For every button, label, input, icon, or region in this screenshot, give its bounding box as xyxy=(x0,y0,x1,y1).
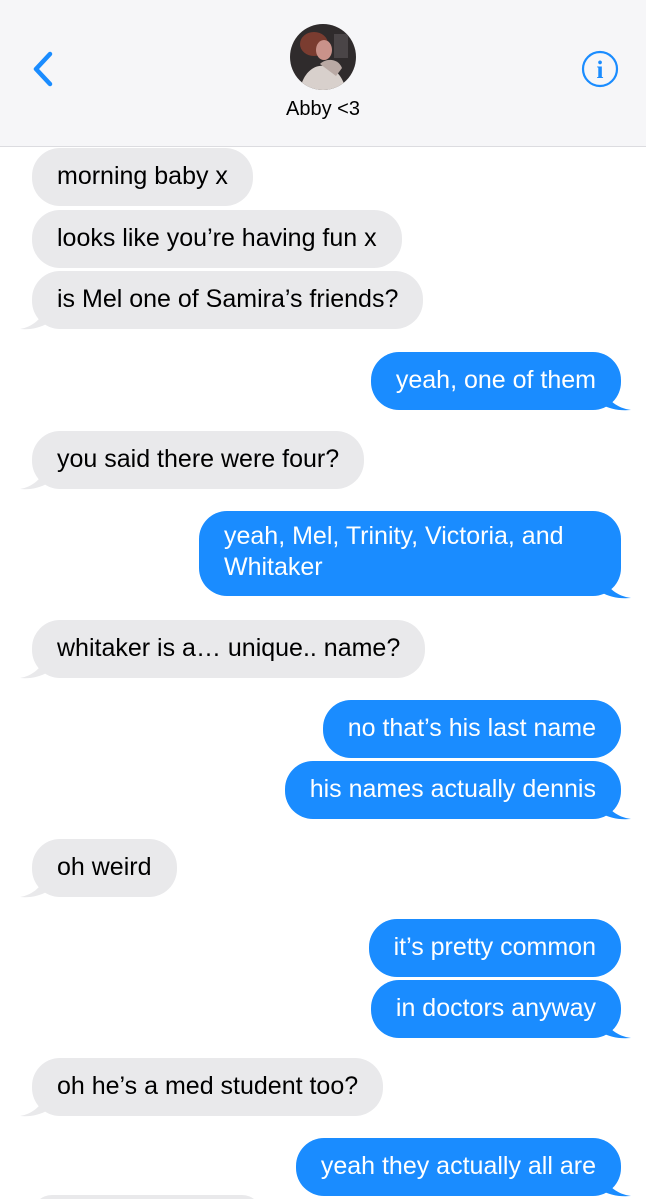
outgoing-message-bubble[interactable]: in doctors anyway xyxy=(370,980,621,1038)
incoming-message-bubble[interactable]: morning baby x xyxy=(32,148,253,206)
incoming-message-bubble[interactable]: oh he’s a med student too? xyxy=(32,1058,384,1116)
message-text: his names actually dennis xyxy=(309,775,596,803)
bubble-tail xyxy=(20,1096,48,1117)
bubble-tail xyxy=(601,1176,631,1197)
message-text-line: Whitaker xyxy=(224,553,323,581)
incoming-message-bubble[interactable]: whitaker is a… unique.. name? xyxy=(32,620,426,678)
outgoing-message-bubble[interactable]: no that’s his last name xyxy=(322,700,621,758)
info-icon[interactable]: i xyxy=(581,50,619,88)
outgoing-message-bubble[interactable]: his names actually dennis xyxy=(284,761,621,819)
message-text: looks like you’re having fun x xyxy=(57,224,377,252)
avatar[interactable] xyxy=(290,24,356,90)
message-thread[interactable]: morning baby x looks like you’re having … xyxy=(0,147,646,1199)
outgoing-message-bubble[interactable]: yeah, one of them xyxy=(370,352,621,410)
message-text: it’s pretty common xyxy=(393,933,596,961)
message-text: whitaker is a… unique.. name? xyxy=(57,634,401,662)
chevron-left-icon[interactable] xyxy=(28,46,62,92)
incoming-message-bubble[interactable]: is Mel one of Samira’s friends? xyxy=(32,271,424,329)
bubble-tail xyxy=(601,799,631,820)
bubble-tail xyxy=(20,658,48,679)
incoming-message-bubble[interactable] xyxy=(32,1195,262,1199)
message-text: oh weird xyxy=(57,853,152,881)
svg-text:i: i xyxy=(597,57,604,84)
bubble-tail xyxy=(20,877,48,898)
message-text: is Mel one of Samira’s friends? xyxy=(57,285,399,313)
message-text: no that’s his last name xyxy=(347,714,596,742)
conversation-header: Abby <3 i xyxy=(0,0,646,147)
bubble-tail xyxy=(601,578,631,599)
contact-name[interactable]: Abby <3 xyxy=(0,98,646,121)
incoming-message-bubble[interactable]: looks like you’re having fun x xyxy=(32,210,402,268)
bubble-tail xyxy=(20,469,48,490)
message-text: you said there were four? xyxy=(57,445,340,473)
outgoing-message-bubble[interactable]: yeah, Mel, Trinity, Victoria, and Whitak… xyxy=(199,511,621,596)
message-text: yeah they actually all are xyxy=(320,1152,596,1180)
message-text-line: yeah, Mel, Trinity, Victoria, and xyxy=(224,522,564,550)
bubble-tail xyxy=(601,1018,631,1039)
message-text: yeah, one of them xyxy=(395,366,596,394)
outgoing-message-bubble[interactable]: it’s pretty common xyxy=(368,919,621,977)
message-text: oh he’s a med student too? xyxy=(57,1072,359,1100)
outgoing-message-bubble[interactable]: yeah they actually all are xyxy=(295,1138,621,1196)
bubble-tail xyxy=(601,390,631,411)
incoming-message-bubble[interactable]: you said there were four? xyxy=(32,431,365,489)
message-text: morning baby x xyxy=(57,162,228,190)
bubble-tail xyxy=(20,309,48,330)
message-text: in doctors anyway xyxy=(395,994,596,1022)
incoming-message-bubble[interactable]: oh weird xyxy=(32,839,177,897)
